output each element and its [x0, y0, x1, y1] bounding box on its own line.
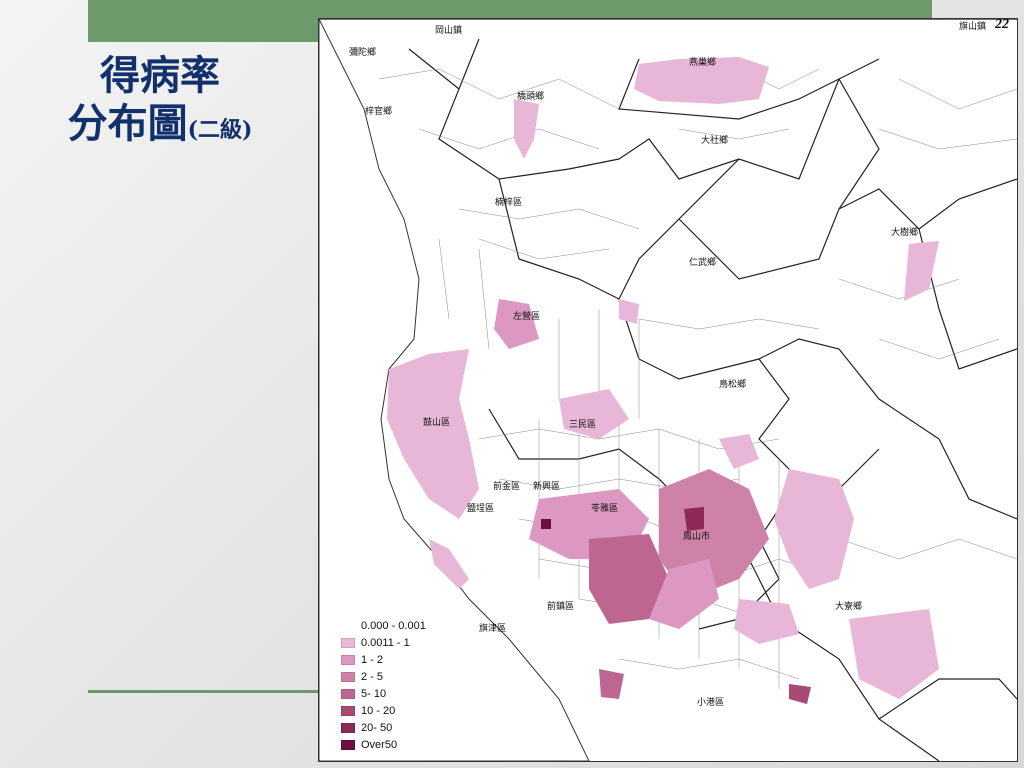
legend-swatch [341, 739, 355, 750]
label-gushan: 鼓山區 [423, 416, 450, 428]
region-dashu [904, 241, 939, 301]
label-niaosong: 鳥松鄉 [719, 378, 746, 390]
label-qishan: 旗山鎮 [959, 20, 986, 32]
legend-label: 1 - 2 [361, 653, 384, 666]
map-legend: 0.000 - 0.001 0.0011 - 1 1 - 2 2 - 5 5- … [341, 617, 426, 753]
region-xiaogang [599, 669, 624, 699]
legend-label: 2 - 5 [361, 670, 384, 683]
legend-row: 10 - 20 [341, 702, 426, 719]
legend-swatch [341, 671, 355, 682]
legend-swatch [341, 688, 355, 699]
label-xiaogang: 小港區 [697, 696, 724, 708]
legend-swatch [341, 654, 355, 665]
label-xinxing: 新興區 [533, 480, 560, 492]
label-qianjin: 前金區 [493, 480, 520, 492]
region-daliao-south [849, 609, 939, 699]
title-line-2: 分布圖 [67, 101, 188, 147]
region-lingya-hot [541, 519, 551, 529]
region-niaosong [719, 434, 759, 469]
legend-row: 0.0011 - 1 [341, 634, 426, 651]
region-fengshan-hot [684, 507, 704, 531]
region-gushan [387, 349, 479, 519]
label-mituo: 彌陀鄉 [349, 46, 376, 58]
legend-row: Over50 [341, 736, 426, 753]
legend-row: 2 - 5 [341, 668, 426, 685]
label-zuoying: 左營區 [513, 310, 540, 322]
title-suffix: (二級) [187, 117, 253, 143]
legend-row: 5- 10 [341, 685, 426, 702]
legend-label: 0.0011 - 1 [361, 636, 410, 649]
page-number: 22 [995, 18, 1009, 32]
label-qiaotou: 橋頭鄉 [517, 90, 544, 102]
label-fengshan: 鳳山市 [683, 530, 710, 542]
legend-row: 1 - 2 [341, 651, 426, 668]
region-renwu [619, 299, 639, 324]
label-renwu: 仁武鄉 [689, 256, 716, 268]
region-qiaotou [514, 99, 539, 159]
label-dashe: 大社鄉 [701, 134, 728, 146]
label-nanzi: 楠梓區 [495, 196, 522, 208]
legend-label: 20- 50 [361, 721, 393, 734]
label-daliao: 大寮鄉 [835, 600, 862, 612]
label-gangshan: 岡山鎮 [435, 24, 462, 36]
legend-swatch [341, 620, 355, 631]
label-lingya: 苓雅區 [591, 502, 618, 514]
title-line-1: 得病率 [100, 53, 220, 99]
legend-row: 20- 50 [341, 719, 426, 736]
footer-accent-line [88, 690, 320, 693]
incidence-map: 岡山鎮 旗山鎮 彌陀鄉 燕巢鄉 橋頭鄉 梓官鄉 大社鄉 楠梓區 大樹鄉 仁武鄉 … [318, 18, 1018, 762]
label-sanmin: 三民區 [569, 419, 596, 430]
region-zuoying [494, 299, 539, 349]
label-cijin: 旗津區 [479, 622, 506, 634]
legend-swatch [341, 722, 355, 733]
region-sanmin [559, 389, 629, 439]
label-ziguan: 梓官鄉 [365, 105, 392, 117]
legend-label: 10 - 20 [361, 704, 396, 717]
legend-swatch [341, 705, 355, 716]
legend-label: Over50 [361, 738, 398, 751]
legend-row: 0.000 - 0.001 [341, 617, 426, 634]
label-yanchao: 燕巢鄉 [689, 56, 716, 68]
legend-label: 0.000 - 0.001 [361, 619, 426, 632]
slide-title: 得病率 分布圖(二級) [30, 52, 290, 148]
region-daliao [774, 469, 854, 589]
region-south-edge [789, 684, 811, 704]
legend-swatch [341, 637, 355, 648]
legend-label: 5- 10 [361, 687, 387, 700]
region-daliao-west [734, 599, 799, 644]
label-yancheng: 鹽埕區 [467, 502, 494, 514]
label-dashu: 大樹鄉 [891, 226, 918, 238]
label-qianzhen: 前鎮區 [547, 600, 574, 612]
